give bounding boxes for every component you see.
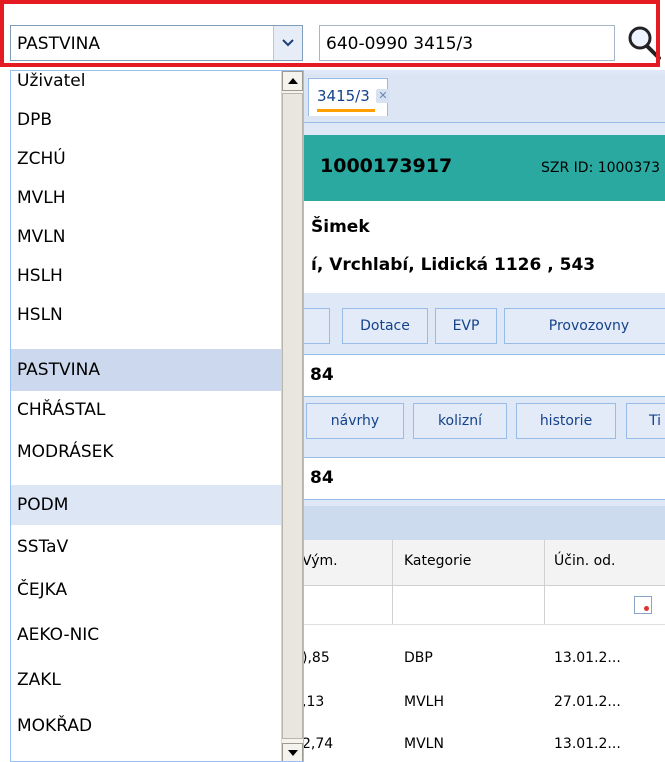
col-header-ucin-od[interactable]: Účin. od.: [554, 553, 616, 569]
dropdown-item[interactable]: ČEJKA: [11, 571, 281, 610]
data-grid: Vým. Kategorie Účin. od. ),85 DBP 13.01.…: [296, 540, 665, 762]
grid-header: Vým. Kategorie Účin. od.: [296, 540, 665, 586]
cell-kategorie: DBP: [404, 650, 433, 666]
layer-combo[interactable]: PASTVINA: [10, 25, 303, 61]
dropdown-item[interactable]: ZAKL: [11, 661, 281, 700]
subject-address: í, Vrchlabí, Lidická 1126 , 543: [311, 255, 596, 275]
cell-ucin-od: 13.01.2...: [554, 650, 621, 666]
col-header-kategorie[interactable]: Kategorie: [404, 553, 471, 569]
cell-ucin-od: 27.01.2...: [554, 694, 621, 710]
subject-id: 1000173917: [320, 155, 453, 177]
grid-toolbar: [296, 506, 665, 540]
dotace-button[interactable]: Dotace: [342, 308, 428, 344]
dropdown-item-hovered[interactable]: PODM: [11, 485, 281, 525]
value-bar-2: 84: [296, 457, 665, 500]
provozovny-button[interactable]: Provozovny: [504, 308, 665, 344]
subject-info: Šimek í, Vrchlabí, Lidická 1126 , 543: [296, 201, 665, 293]
layer-dropdown-list[interactable]: Uživatel DPB ZCHÚ MVLH MVLN HSLH HSLN PA…: [10, 70, 304, 762]
szr-id: SZR ID: 1000373: [541, 160, 661, 176]
subject-header: 1000173917 SZR ID: 1000373: [296, 135, 665, 201]
dropdown-item[interactable]: Uživatel: [11, 71, 281, 101]
cell-kategorie: MVLH: [404, 694, 444, 710]
dropdown-item[interactable]: MVLN: [11, 218, 281, 257]
subject-name: Šimek: [311, 217, 370, 237]
dropdown-item[interactable]: HSLH: [11, 257, 281, 296]
action-button-row: Dotace EVP Provozovny: [286, 302, 665, 348]
dropdown-item-selected[interactable]: PASTVINA: [11, 349, 281, 391]
scroll-down-icon[interactable]: [282, 743, 303, 761]
layer-combo-value: PASTVINA: [17, 34, 100, 54]
tab-navrhy[interactable]: návrhy: [306, 403, 404, 439]
cell-vym: ,13: [302, 694, 325, 710]
dropdown-item[interactable]: SSTaV: [11, 528, 281, 567]
tab-active-underline: [317, 109, 375, 112]
calendar-icon[interactable]: [634, 596, 652, 614]
cell-kategorie: MVLN: [404, 736, 444, 752]
dropdown-item[interactable]: ZCHÚ: [11, 140, 281, 179]
dropdown-scrollbar[interactable]: [281, 71, 303, 761]
dropdown-item[interactable]: CHŘÁSTAL: [11, 391, 281, 430]
cell-vym: ),85: [302, 650, 330, 666]
dropdown-item[interactable]: AEKO-NIC: [11, 616, 281, 655]
cell-vym: 2,74: [302, 736, 334, 752]
dropdown-item[interactable]: MOKŘAD: [11, 707, 281, 746]
col-header-vym[interactable]: Vým.: [302, 553, 338, 569]
dropdown-item[interactable]: DPB: [11, 101, 281, 140]
chevron-down-icon[interactable]: [273, 26, 302, 60]
evp-button[interactable]: EVP: [435, 308, 497, 344]
value-bar-1: 84: [296, 354, 665, 397]
value-bar-2-text: 84: [310, 468, 334, 488]
tab-more[interactable]: Ti: [626, 403, 665, 439]
close-icon[interactable]: ✕: [376, 89, 390, 103]
tab-document-label: 3415/3: [317, 87, 370, 105]
dropdown-item[interactable]: MVLH: [11, 179, 281, 218]
grid-filter-row: [296, 586, 665, 625]
tab-document[interactable]: 3415/3 ✕: [308, 78, 390, 116]
search-icon[interactable]: [623, 22, 665, 62]
subtab-row: návrhy kolizní historie Ti: [296, 397, 665, 443]
tab-kolizni[interactable]: kolizní: [413, 403, 507, 439]
scroll-up-icon[interactable]: [282, 71, 303, 91]
cell-ucin-od: 13.01.2...: [554, 736, 621, 752]
scrollbar-thumb[interactable]: [282, 93, 303, 739]
search-input[interactable]: 640-0990 3415/3: [319, 25, 615, 61]
dropdown-item[interactable]: MODRÁSEK: [11, 433, 281, 472]
dropdown-item[interactable]: HSLN: [11, 296, 281, 335]
value-bar-1-text: 84: [310, 365, 334, 385]
tab-historie[interactable]: historie: [516, 403, 616, 439]
